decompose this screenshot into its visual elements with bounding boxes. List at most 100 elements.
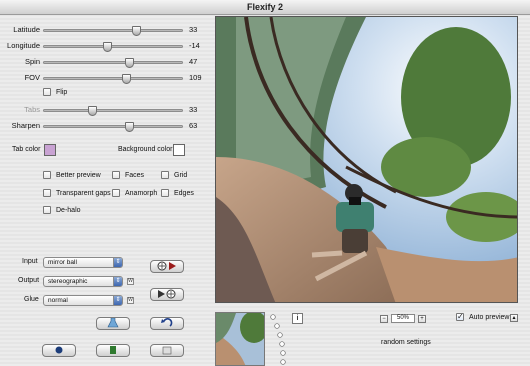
output-info-icon[interactable]: W — [127, 278, 134, 285]
slider-label: Longitude — [7, 41, 40, 50]
tab-color-swatch[interactable] — [44, 144, 56, 156]
grid-checkbox[interactable]: Grid — [161, 171, 187, 179]
better-preview-box[interactable] — [43, 171, 51, 179]
calendar-icon — [162, 346, 172, 355]
slider-thumb[interactable] — [131, 26, 141, 36]
preset-radio-column[interactable] — [268, 312, 292, 366]
transparent-gaps-checkbox[interactable]: Transparent gaps — [43, 189, 111, 197]
flip-box[interactable] — [43, 88, 51, 96]
glue-value: normal — [48, 297, 68, 304]
transparent-gaps-label: Transparent gaps — [56, 189, 111, 197]
slider-value: 109 — [189, 73, 202, 82]
slider-thumb[interactable] — [102, 42, 112, 52]
tab-color-label: Tab color — [12, 146, 41, 153]
output-popup[interactable]: stereographic ⇕ — [43, 276, 123, 287]
slider-label: Latitude — [13, 25, 40, 34]
faces-label: Faces — [125, 171, 145, 179]
slider-value: 33 — [189, 105, 198, 114]
anamorph-box[interactable] — [112, 189, 120, 197]
slider-value: 33 — [189, 25, 198, 34]
input-popup-arrow-icon: ⇕ — [113, 258, 122, 267]
slider-thumb[interactable] — [125, 122, 135, 132]
lock-icon — [55, 346, 63, 354]
info-icon[interactable]: i — [292, 313, 303, 324]
slider-row-sharpen: Sharpen 63 — [0, 120, 212, 132]
output-label: Output — [18, 277, 40, 284]
slider-value: -14 — [189, 41, 200, 50]
better-preview-checkbox[interactable]: Better preview — [43, 171, 101, 179]
anamorph-checkbox[interactable]: Anamorph — [112, 189, 157, 197]
bottom-button-right[interactable] — [150, 344, 184, 357]
transparent-gaps-box[interactable] — [43, 189, 51, 197]
slider-row-longitude: Longitude -14 — [0, 40, 212, 52]
slider-label: FOV — [24, 73, 40, 82]
output-value: stereographic — [48, 278, 88, 285]
swap-back-button[interactable] — [150, 288, 184, 301]
grid-box[interactable] — [161, 171, 169, 179]
glue-popup[interactable]: normal ⇕ — [43, 295, 123, 306]
anamorph-label: Anamorph — [125, 189, 158, 197]
slider-track[interactable] — [43, 106, 183, 116]
de-halo-box[interactable] — [43, 206, 51, 214]
input-popup[interactable]: mirror ball ⇕ — [43, 257, 123, 268]
undo-icon — [161, 318, 173, 327]
auto-preview-label: Auto preview — [469, 313, 510, 321]
slider-value: 63 — [189, 121, 198, 130]
input-value: mirror ball — [48, 259, 77, 266]
flip-checkbox[interactable]: Flip — [43, 88, 67, 96]
preview-photo — [216, 17, 517, 302]
bottom-button-left[interactable] — [42, 344, 76, 357]
faces-checkbox[interactable]: Faces — [112, 171, 144, 179]
faces-box[interactable] — [112, 171, 120, 179]
preview-image[interactable] — [215, 16, 518, 303]
zoom-field[interactable]: 50% — [391, 314, 415, 323]
bottom-button-middle[interactable] — [96, 344, 130, 357]
save-icon — [110, 346, 116, 354]
background-color-label: Background color — [118, 146, 173, 153]
controls-panel: Latitude 33 Longitude -14 Spin 47 FOV 109 Tabs 33… — [0, 16, 212, 366]
slider-row-spin: Spin 47 — [0, 56, 212, 68]
glue-label: Glue — [24, 296, 39, 303]
slider-track[interactable] — [43, 58, 183, 68]
zoom-out-button[interactable]: − — [380, 315, 388, 323]
slider-track[interactable] — [43, 74, 183, 84]
swap-forward-icon — [157, 261, 176, 271]
de-halo-label: De-halo — [56, 206, 81, 214]
slider-thumb[interactable] — [125, 58, 135, 68]
input-label: Input — [22, 258, 38, 265]
auto-preview-box[interactable] — [456, 312, 464, 321]
slider-label: Tabs — [24, 105, 40, 114]
background-color-swatch[interactable] — [173, 144, 185, 156]
slider-value: 47 — [189, 57, 198, 66]
glue-popup-arrow-icon: ⇕ — [113, 296, 122, 305]
edges-checkbox[interactable]: Edges — [161, 189, 194, 197]
slider-label: Spin — [24, 57, 40, 66]
slider-track[interactable] — [43, 42, 183, 52]
edges-box[interactable] — [161, 189, 169, 197]
slider-track[interactable] — [43, 26, 183, 36]
collapse-button[interactable]: ▴ — [510, 314, 518, 322]
thumbnail-image[interactable] — [215, 312, 265, 366]
glue-info-icon[interactable]: W — [127, 297, 134, 304]
slider-thumb[interactable] — [87, 106, 97, 116]
slider-track[interactable] — [43, 122, 183, 132]
slider-row-fov: FOV 109 — [0, 72, 212, 84]
thumbnail-photo — [216, 313, 264, 365]
swap-back-icon — [158, 289, 176, 299]
grid-label: Grid — [174, 171, 188, 179]
window-title: Flexify 2 — [0, 0, 530, 15]
slider-row-latitude: Latitude 33 — [0, 24, 212, 36]
de-halo-checkbox[interactable]: De-halo — [43, 206, 81, 214]
slider-row-tabs: Tabs 33 — [0, 104, 212, 116]
flexify-window: Flexify 2 Latitude 33 Longitude -14 Spin 47 FO… — [0, 0, 530, 366]
swap-forward-button[interactable] — [150, 260, 184, 273]
flask-button[interactable] — [96, 317, 130, 330]
auto-preview-checkbox[interactable]: Auto preview — [456, 312, 510, 321]
output-popup-arrow-icon: ⇕ — [113, 277, 122, 286]
random-settings-label: random settings — [381, 339, 431, 346]
zoom-in-button[interactable]: + — [418, 315, 426, 323]
better-preview-label: Better preview — [56, 171, 101, 179]
undo-button[interactable] — [150, 317, 184, 330]
slider-thumb[interactable] — [122, 74, 132, 84]
slider-label: Sharpen — [11, 121, 40, 130]
